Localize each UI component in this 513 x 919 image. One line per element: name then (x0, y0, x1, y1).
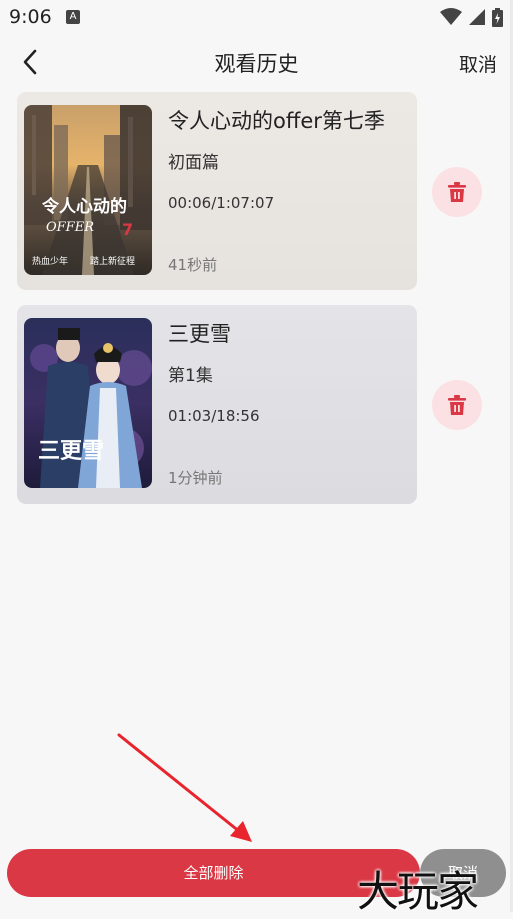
status-icons (440, 7, 503, 27)
episode-label: 第1集 (168, 366, 213, 386)
delete-item-button-2[interactable] (432, 380, 482, 430)
watched-time-ago: 1分钟前 (168, 469, 223, 487)
history-info: 令人心动的offer第七季 初面篇 00:06/1:07:07 (168, 106, 409, 213)
notification-icon: A (66, 10, 80, 24)
battery-icon (492, 7, 503, 27)
signal-icon (469, 9, 485, 25)
delete-item-button-1[interactable] (432, 167, 482, 217)
wifi-icon (440, 8, 462, 25)
cancel-button-top[interactable]: 取消 (459, 50, 497, 77)
watermark-logo: 大玩家 (357, 867, 479, 916)
poster-offer-image: 令人心动的 OFFER 7 热血少年 踏上新征程 (24, 105, 152, 275)
top-nav: 观看历史 取消 (0, 36, 513, 88)
trash-icon (448, 395, 466, 415)
trash-icon (448, 182, 466, 202)
svg-text:7: 7 (122, 220, 133, 239)
status-bar: 9:06 A (0, 0, 513, 36)
poster-sangengxue-image: 三更雪 (24, 318, 152, 488)
episode-label: 初面篇 (168, 153, 219, 173)
history-info: 三更雪 第1集 01:03/18:56 (168, 319, 409, 426)
poster-title-text: 令人心动的 (42, 196, 127, 217)
poster-sub-text: OFFER (46, 220, 94, 235)
history-item-2[interactable]: 三更雪 三更雪 第1集 01:03/18:56 1分钟前 (17, 305, 417, 504)
status-time: 9:06 (9, 6, 52, 28)
watched-time-ago: 41秒前 (168, 256, 218, 274)
poster-tag-1: 热血少年 (32, 255, 68, 267)
history-item-1[interactable]: 令人心动的 OFFER 7 热血少年 踏上新征程 令人心动的offer第七季 初… (17, 92, 417, 290)
poster-thumbnail[interactable]: 令人心动的 OFFER 7 热血少年 踏上新征程 (24, 105, 152, 275)
page-title: 观看历史 (214, 52, 299, 76)
poster-tag-2: 踏上新征程 (90, 255, 135, 267)
show-title: 令人心动的offer第七季 (168, 109, 385, 133)
poster-title-text: 三更雪 (38, 438, 104, 464)
watch-progress: 00:06/1:07:07 (168, 194, 275, 212)
show-title: 三更雪 (168, 322, 231, 346)
watch-progress: 01:03/18:56 (168, 407, 260, 425)
poster-thumbnail[interactable]: 三更雪 (24, 318, 152, 488)
